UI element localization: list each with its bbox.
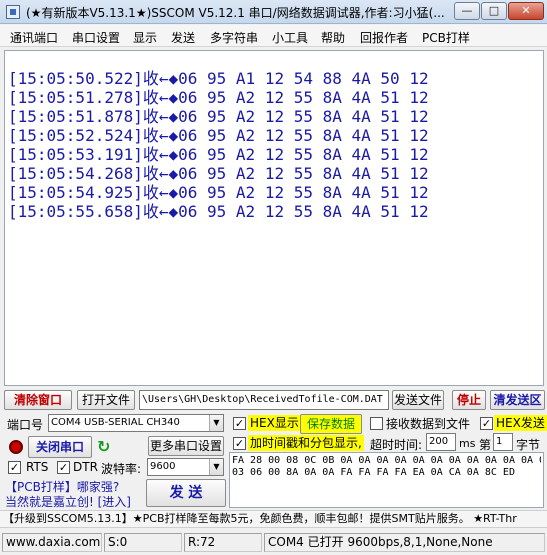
chevron-down-icon: ▼ xyxy=(209,459,223,475)
menu-port[interactable]: 通讯端口 xyxy=(10,29,58,46)
port-select-value: COM4 USB-SERIAL CH340 xyxy=(51,417,180,428)
receive-line: [15:05:53.191]收←◆06 95 A2 12 55 8A 4A 51… xyxy=(8,145,429,164)
refresh-icon[interactable]: ↻ xyxy=(97,437,110,456)
timeout-unit: ms xyxy=(459,437,476,450)
rts-label: RTS xyxy=(26,460,49,474)
receive-line: [15:05:51.278]收←◆06 95 A2 12 55 8A 4A 51… xyxy=(8,88,429,107)
app-icon xyxy=(6,5,20,19)
hex-send-checkbox[interactable]: ✓ xyxy=(480,417,493,430)
maximize-button[interactable]: □ xyxy=(481,2,507,20)
receive-area[interactable]: [15:05:50.522]收←◆06 95 A1 12 54 88 4A 50… xyxy=(4,50,544,386)
dtr-label: DTR xyxy=(73,460,98,474)
hex-display-label: HEX显示 xyxy=(248,415,301,431)
status-sent-count: S:0 xyxy=(104,533,182,552)
rts-checkbox[interactable]: ✓ xyxy=(8,461,21,474)
menu-pcb[interactable]: PCB打样 xyxy=(422,29,470,46)
minimize-button[interactable]: — xyxy=(454,2,480,20)
timestamp-checkbox[interactable]: ✓ xyxy=(233,437,246,450)
status-website-link[interactable]: www.daxia.com xyxy=(2,533,102,552)
close-button[interactable]: ✕ xyxy=(508,2,544,20)
clear-send-button[interactable]: 清发送区 xyxy=(490,390,545,410)
save-data-button[interactable]: 保存数据 xyxy=(300,414,362,434)
status-received-count: R:72 xyxy=(184,533,262,552)
more-serial-settings-button[interactable]: 更多串口设置 xyxy=(148,436,224,456)
open-file-button[interactable]: 打开文件 xyxy=(77,390,135,410)
menu-bar: 通讯端口 串口设置 显示 发送 多字符串 小工具 帮助 回报作者 PCB打样 xyxy=(0,25,547,47)
menu-display[interactable]: 显示 xyxy=(133,29,157,46)
status-port-state: COM4 已打开 9600bps,8,1,None,None xyxy=(264,533,545,552)
ad-banner[interactable]: 【升级到SSCOM5.13.1】★PCB打样降至每款5元，免颜色费，顺丰包邮！提… xyxy=(0,510,547,528)
receive-line: [15:05:52.524]收←◆06 95 A2 12 55 8A 4A 51… xyxy=(8,126,429,145)
timeout-input[interactable]: 200 xyxy=(426,433,456,451)
send-file-button[interactable]: 发送文件 xyxy=(392,390,444,410)
menu-serial-settings[interactable]: 串口设置 xyxy=(72,29,120,46)
port-status-indicator-icon xyxy=(9,440,23,454)
chevron-down-icon: ▼ xyxy=(209,415,223,431)
menu-send[interactable]: 发送 xyxy=(171,29,195,46)
title-bar: (★有新版本V5.13.1★)SSCOM V5.12.1 串口/网络数据调试器,… xyxy=(0,0,547,24)
port-select[interactable]: COM4 USB-SERIAL CH340 ▼ xyxy=(48,414,224,432)
hex-send-label: HEX发送 xyxy=(494,415,547,431)
receive-line: [15:05:55.658]收←◆06 95 A2 12 55 8A 4A 51… xyxy=(8,202,429,221)
index-label: 第 xyxy=(479,438,492,452)
dtr-checkbox[interactable]: ✓ xyxy=(57,461,70,474)
send-line: FA 28 00 08 0C 0B 0A 0A 0A 0A 0A 0A 0A 0… xyxy=(232,455,541,466)
timestamp-label: 加时间戳和分包显示, xyxy=(248,435,364,451)
close-port-button[interactable]: 关闭串口 xyxy=(28,436,92,458)
clear-window-button[interactable]: 清除窗口 xyxy=(4,390,72,410)
receive-line: [15:05:54.925]收←◆06 95 A2 12 55 8A 4A 51… xyxy=(8,183,429,202)
timeout-label: 超时时间: xyxy=(370,438,423,452)
byte-label: 字节 xyxy=(516,438,541,452)
window-title: (★有新版本V5.13.1★)SSCOM V5.12.1 串口/网络数据调试器,… xyxy=(26,6,445,20)
menu-multi-string[interactable]: 多字符串 xyxy=(210,29,258,46)
receive-line: [15:05:51.878]收←◆06 95 A2 12 55 8A 4A 51… xyxy=(8,107,429,126)
send-button[interactable]: 发 送 xyxy=(146,479,226,507)
receive-line: [15:05:54.268]收←◆06 95 A2 12 55 8A 4A 51… xyxy=(8,164,429,183)
file-toolbar: 清除窗口 打开文件 \Users\GH\Desktop\ReceivedTofi… xyxy=(0,389,547,411)
recv-to-file-label: 接收数据到文件 xyxy=(386,417,471,431)
baud-select[interactable]: 9600 ▼ xyxy=(147,458,224,476)
baud-select-value: 9600 xyxy=(150,461,176,472)
recv-to-file-checkbox[interactable] xyxy=(370,417,383,430)
menu-report-author[interactable]: 回报作者 xyxy=(360,29,408,46)
port-label: 端口号 xyxy=(7,418,44,432)
baud-label: 波特率: xyxy=(101,462,142,476)
hex-display-checkbox[interactable]: ✓ xyxy=(233,417,246,430)
menu-help[interactable]: 帮助 xyxy=(321,29,345,46)
status-bar: www.daxia.com S:0 R:72 COM4 已打开 9600bps,… xyxy=(0,530,547,555)
send-input[interactable]: FA 28 00 08 0C 0B 0A 0A 0A 0A 0A 0A 0A 0… xyxy=(229,452,544,508)
index-input[interactable]: 1 xyxy=(493,433,513,451)
receive-line: [15:05:50.522]收←◆06 95 A1 12 54 88 4A 50… xyxy=(8,69,429,88)
jlc-promo-link[interactable]: 当然就是嘉立创! [进入] xyxy=(5,493,131,510)
stop-button[interactable]: 停止 xyxy=(452,390,486,410)
file-path-input[interactable]: \Users\GH\Desktop\ReceivedTofile-COM.DAT xyxy=(139,390,389,410)
menu-tools[interactable]: 小工具 xyxy=(272,29,308,46)
send-line: 03 06 00 8A 0A 0A FA FA FA FA EA 0A CA 0… xyxy=(232,467,515,478)
